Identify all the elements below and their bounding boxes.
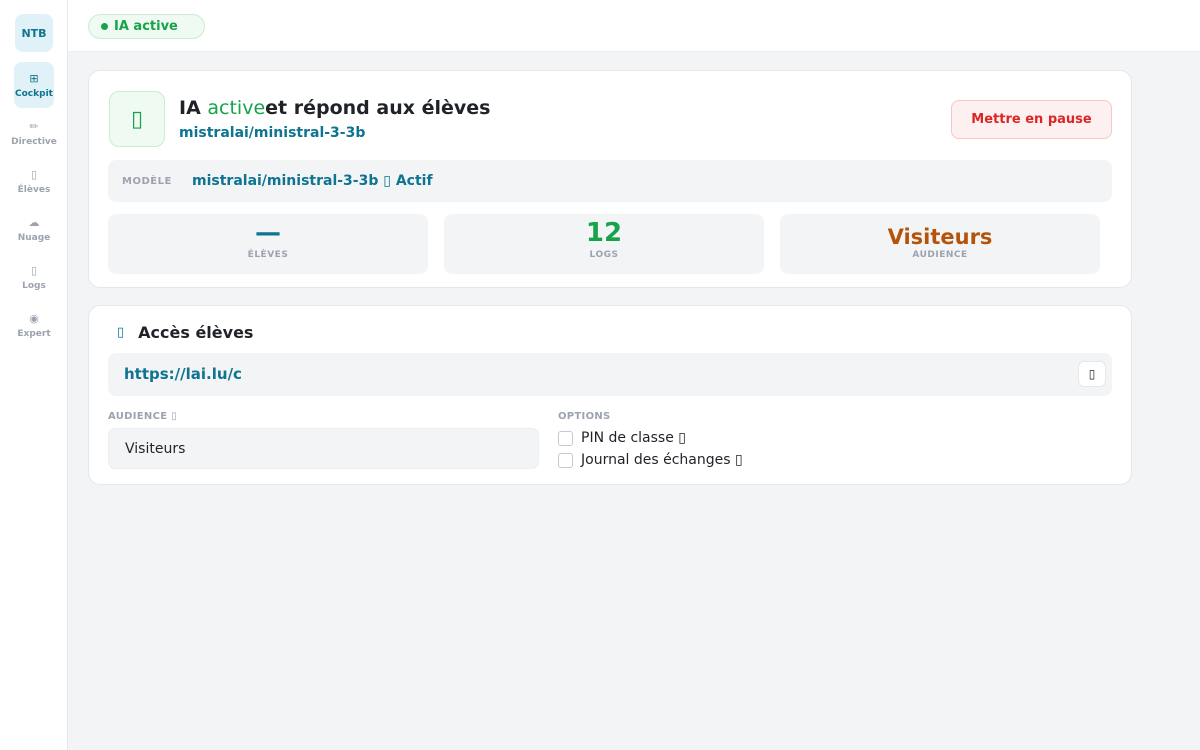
headline-active: active [207, 97, 266, 119]
model-name: mistralai/ministral-3-3b [179, 125, 366, 141]
headline-prefix: IA [179, 97, 208, 119]
sidebar-item-label: Logs [22, 280, 46, 291]
ai-status-icon: ▯ [109, 91, 165, 147]
app-logo[interactable]: NTB [15, 14, 53, 52]
student-access-card: ▯ Accès élèves https://lai.lu/c ▯ AUDIEN… [88, 305, 1132, 485]
option-label: Journal des échanges ▯ [581, 452, 743, 468]
topbar: IA active [68, 0, 1200, 52]
option-exchange-log[interactable]: Journal des échanges ▯ [558, 452, 743, 468]
sidebar-item-label: Directive [11, 136, 57, 147]
stat-value: Visiteurs [887, 225, 993, 249]
students-icon: ▯ [30, 167, 38, 181]
ai-status-headline: IA activeet répond aux élèves [179, 97, 490, 119]
sidebar: NTB ⊞ Cockpit ✏ Directive ▯ Élèves ☁ Nua… [0, 0, 68, 750]
copy-url-button[interactable]: ▯ [1078, 361, 1106, 387]
access-title-label: Accès élèves [138, 323, 254, 342]
sidebar-item-label: Cockpit [15, 88, 53, 99]
stat-label: AUDIENCE [912, 250, 968, 260]
ai-status-label: IA active [114, 19, 178, 34]
exchange-log-checkbox[interactable] [558, 452, 573, 468]
ai-status-card: ▯ IA activeet répond aux élèves mistrala… [88, 70, 1132, 288]
stat-value: 12 [585, 218, 623, 248]
sidebar-item-logs[interactable]: ▯ Logs [6, 254, 62, 300]
stat-value: — [255, 218, 281, 248]
access-url[interactable]: https://lai.lu/c [124, 365, 242, 383]
model-row: MODÈLE mistralai/ministral-3-3b ▯ Actif [108, 160, 1112, 202]
stat-label: ÉLÈVES [247, 250, 289, 260]
class-pin-checkbox[interactable] [558, 430, 573, 446]
status-dot-icon [101, 23, 108, 30]
audience-label: AUDIENCE ▯ [108, 411, 177, 422]
sidebar-item-expert[interactable]: ◉ Expert [6, 302, 62, 348]
sidebar-item-label: Expert [17, 328, 51, 339]
model-row-label: MODÈLE [122, 175, 172, 187]
pause-button[interactable]: Mettre en pause [951, 100, 1112, 139]
stat-audience: Visiteurs AUDIENCE [780, 214, 1100, 274]
audience-select[interactable]: Visiteurs [108, 428, 539, 469]
logs-icon: ▯ [30, 263, 38, 277]
option-label: PIN de classe ▯ [581, 430, 686, 446]
options-label: OPTIONS [558, 411, 611, 422]
link-icon: ▯ [117, 325, 125, 340]
ai-status-badge: IA active [88, 14, 205, 39]
sidebar-item-nuage[interactable]: ☁ Nuage [6, 206, 62, 252]
target-icon: ◉ [29, 311, 39, 325]
sidebar-item-cockpit[interactable]: ⊞ Cockpit [14, 62, 54, 108]
grid-icon: ⊞ [29, 71, 39, 85]
model-row-value: mistralai/ministral-3-3b ▯ Actif [192, 173, 433, 189]
sidebar-item-label: Élèves [17, 184, 51, 195]
stat-students: — ÉLÈVES [108, 214, 428, 274]
copy-icon: ▯ [1088, 367, 1096, 381]
access-title: ▯ Accès élèves [117, 323, 253, 342]
stat-label: LOGS [589, 250, 619, 260]
stat-logs: 12 LOGS [444, 214, 764, 274]
cloud-icon: ☁ [28, 215, 40, 229]
access-url-row: https://lai.lu/c ▯ [108, 353, 1112, 396]
headline-suffix: et répond aux élèves [265, 97, 491, 119]
pencil-icon: ✏ [29, 119, 39, 133]
option-class-pin[interactable]: PIN de classe ▯ [558, 430, 686, 446]
sidebar-item-label: Nuage [17, 232, 51, 243]
sidebar-item-eleves[interactable]: ▯ Élèves [6, 158, 62, 204]
sidebar-item-directive[interactable]: ✏ Directive [6, 110, 62, 156]
